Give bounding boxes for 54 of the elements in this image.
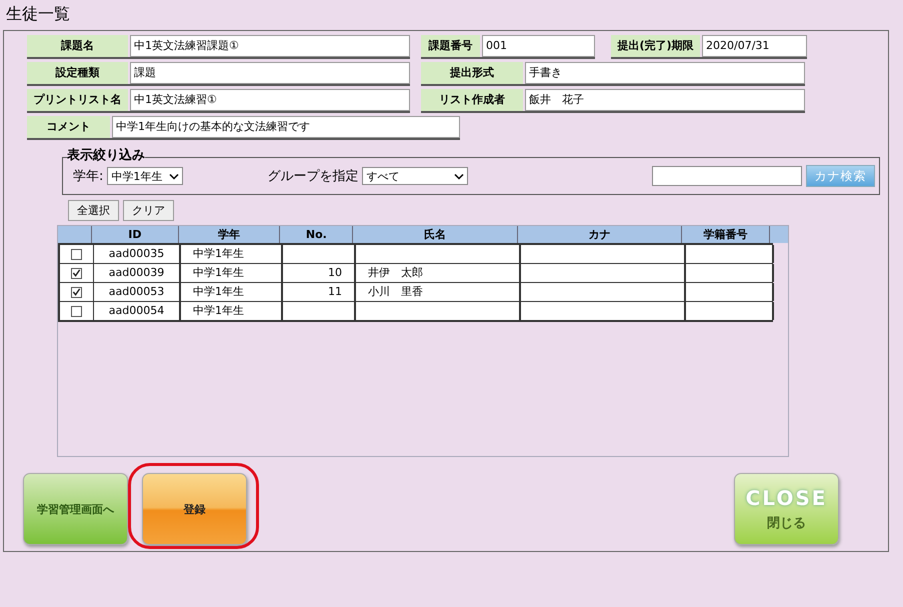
field-value: 中学1年生向けの基本的な文法練習です <box>112 116 460 138</box>
table-cell: aad00053 <box>108 285 164 298</box>
page-title: 生徒一覧 <box>5 4 71 25</box>
field-value: 001 <box>482 35 595 57</box>
table-header: 学年 <box>178 226 280 243</box>
table-cell: 中学1年生 <box>193 285 244 298</box>
field-value: 飯井 花子 <box>525 89 805 111</box>
table-cell: 10 <box>328 266 342 279</box>
table-cell: aad00054 <box>108 304 164 317</box>
table-header <box>770 226 788 243</box>
field-label: コメント <box>27 116 110 138</box>
grade-select[interactable]: 中学1年生 <box>107 167 184 185</box>
table-cell: 井伊 太郎 <box>368 266 423 279</box>
table-header: No. <box>280 226 354 243</box>
chevron-down-icon <box>169 172 180 180</box>
table-header: ID <box>92 226 179 243</box>
table-cell: aad00035 <box>108 247 164 260</box>
action-button[interactable]: 登録 <box>142 473 247 545</box>
table-header: カナ <box>518 226 682 243</box>
checkbox[interactable] <box>71 248 82 260</box>
checkbox[interactable] <box>71 306 82 316</box>
action-button[interactable]: 学習管理画面へ <box>23 473 128 545</box>
field-label: 設定種類 <box>27 62 128 84</box>
table-cell: 11 <box>328 285 342 298</box>
field-label: 課題番号 <box>421 35 480 57</box>
field-label: 課題名 <box>27 35 128 57</box>
field-value: 課題 <box>130 62 410 84</box>
kana-search-field[interactable] <box>652 166 802 186</box>
checkbox[interactable] <box>71 268 82 278</box>
close-button[interactable]: CLOSE 閉じる <box>734 473 839 545</box>
field-label: 提出(完了)期限 <box>611 35 700 57</box>
select-button[interactable]: クリア <box>123 200 174 221</box>
field-value: 中1英文法練習課題① <box>130 35 410 57</box>
select-button[interactable]: 全選択 <box>68 200 119 221</box>
field-label: プリントリスト名 <box>27 89 128 111</box>
grade-label: 学年: <box>73 168 104 185</box>
group-label: グループを指定 <box>267 168 358 185</box>
table-cell: aad00039 <box>108 266 164 279</box>
field-value: 中1英文法練習① <box>130 89 410 111</box>
table-cell: 中学1年生 <box>193 247 244 260</box>
table-header: 氏名 <box>353 226 518 243</box>
table-cell: 中学1年生 <box>193 266 244 279</box>
group-select[interactable]: すべて <box>362 167 468 185</box>
field-value: 2020/07/31 <box>702 35 807 57</box>
filter-legend: 表示絞り込み <box>67 148 145 164</box>
field-value: 手書き <box>525 62 805 84</box>
checkbox[interactable] <box>71 286 82 298</box>
table-cell: 小川 里香 <box>368 285 423 298</box>
field-label: リスト作成者 <box>421 89 523 111</box>
table-cell: 中学1年生 <box>193 304 244 317</box>
chevron-down-icon <box>454 172 464 180</box>
table-header: 学籍番号 <box>682 226 770 243</box>
field-label: 提出形式 <box>421 62 523 84</box>
table-header <box>58 226 92 243</box>
